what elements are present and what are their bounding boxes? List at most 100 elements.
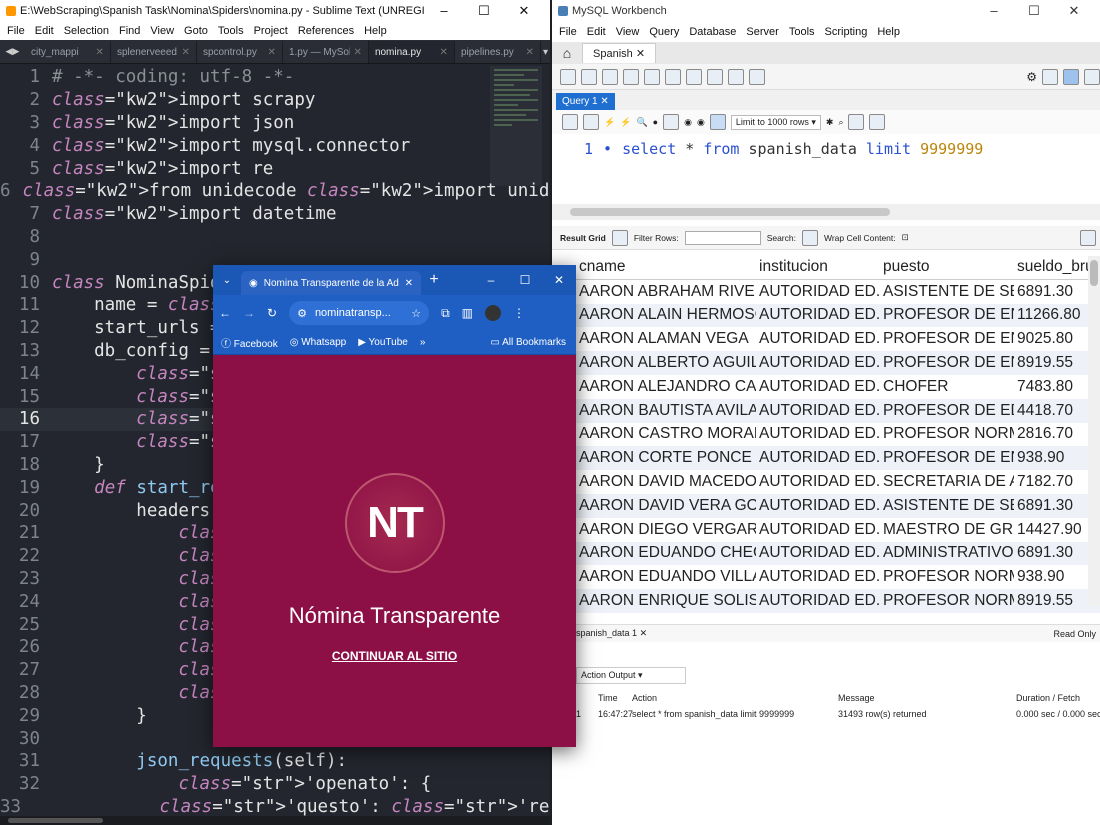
table-cell[interactable]: AUTORIDAD ED... xyxy=(756,497,880,515)
reconnect-icon[interactable] xyxy=(749,68,765,85)
create-schema-icon[interactable] xyxy=(623,68,639,85)
menu-item[interactable]: Goto xyxy=(179,25,213,37)
table-row[interactable]: AARON DIEGO VERGARA...AUTORIDAD ED...MAE… xyxy=(576,518,1100,542)
table-cell[interactable]: AUTORIDAD ED... xyxy=(756,283,880,301)
table-row[interactable]: AARON ALAMAN VEGA AUTORIDAD ED... PROFESOR… xyxy=(576,327,1100,351)
table-cell[interactable]: AUTORIDAD ED... xyxy=(756,354,880,372)
menu-item[interactable]: File xyxy=(554,26,582,38)
table-cell[interactable]: SECRETARIA DE AP xyxy=(880,473,1014,491)
table-cell[interactable]: PROFESOR DE EDU xyxy=(880,402,1014,420)
table-cell[interactable]: AUTORIDAD ED... xyxy=(756,544,880,562)
settings-gear-icon[interactable]: ⚙ xyxy=(1026,70,1037,84)
side-panel-icon[interactable]: ▥ xyxy=(462,306,473,320)
all-bookmarks[interactable]: ▭ All Bookmarks xyxy=(490,337,566,348)
bookmark-item[interactable]: ⓕ Facebook xyxy=(221,335,278,350)
table-row[interactable]: AARON ALEJANDRO CAD...AUTORIDAD ED...CHO… xyxy=(576,375,1100,399)
table-cell[interactable]: MAESTRO DE GRUP xyxy=(880,521,1014,539)
menu-item[interactable]: View xyxy=(611,26,645,38)
editor-tab[interactable]: pipelines.py ✕ xyxy=(455,41,541,63)
table-row[interactable]: AARON ALBERTO AGUIL... AUTORIDAD ED... PRO… xyxy=(576,351,1100,375)
output-selector[interactable]: Action Output ▾ xyxy=(576,667,686,684)
table-row[interactable]: AARON BAUTISTA AVILA AUTORIDAD ED... PROFE… xyxy=(576,398,1100,423)
close-tab-icon[interactable]: ✕ xyxy=(268,47,276,58)
reload-icon[interactable]: ↻ xyxy=(267,306,277,320)
table-row[interactable]: AARON EDUANDO CHEC...AUTORIDAD ED...ADMI… xyxy=(576,541,1100,566)
menu-item[interactable]: Database xyxy=(684,26,741,38)
new-sql-tab-icon[interactable] xyxy=(560,68,576,85)
table-cell[interactable]: ADMINISTRATIVO xyxy=(880,544,1014,562)
save-icon[interactable] xyxy=(583,114,599,130)
invisible-chars-icon[interactable] xyxy=(848,114,865,130)
execute-icon[interactable]: ⚡ xyxy=(604,117,615,128)
open-file-icon[interactable] xyxy=(562,114,578,130)
table-row[interactable]: AARON DAVID MACEDO ... AUTORIDAD ED... SEC… xyxy=(576,470,1100,494)
table-cell[interactable]: AARON DAVID VERA GO... xyxy=(576,497,756,515)
table-cell[interactable]: AUTORIDAD ED... xyxy=(756,568,880,586)
forward-icon[interactable]: → xyxy=(243,306,255,320)
table-cell[interactable]: PROFESOR NORM... xyxy=(880,568,1014,586)
menu-item[interactable]: View xyxy=(145,25,179,37)
table-row[interactable]: AARON DAVID VERA GO... AUTORIDAD ED... ASI… xyxy=(576,493,1100,518)
filter-rows-input[interactable] xyxy=(684,230,761,245)
table-cell[interactable]: AUTORIDAD ED... xyxy=(756,330,880,348)
bookmark-star-icon[interactable]: ☆ xyxy=(411,307,421,320)
execute-current-icon[interactable]: ⚡ xyxy=(620,117,631,128)
tab-search-icon[interactable]: ⌄ xyxy=(213,275,241,286)
result-scrollbar[interactable] xyxy=(1088,256,1100,606)
minimize-button[interactable]: – xyxy=(424,3,464,19)
table-row[interactable]: AARON EDUANDO VILLA... AUTORIDAD ED... PRO… xyxy=(576,565,1100,589)
browser-tab[interactable]: ◉ Nomina Transparente de la Adm ✕ xyxy=(241,271,421,295)
back-icon[interactable]: ← xyxy=(219,306,231,320)
maximize-button[interactable]: ☐ xyxy=(1014,3,1054,19)
search-table-icon[interactable] xyxy=(728,68,744,85)
table-cell[interactable]: ASISTENTE DE SE... xyxy=(880,497,1014,515)
close-tab-icon[interactable]: ✕ xyxy=(96,47,104,58)
site-info-icon[interactable]: ⚙ xyxy=(297,307,307,320)
search-icon[interactable] xyxy=(801,229,818,246)
table-cell[interactable]: AARON BAUTISTA AVILA xyxy=(576,402,756,420)
menu-item[interactable]: Query xyxy=(644,26,684,38)
horizontal-scrollbar[interactable] xyxy=(0,816,550,825)
table-cell[interactable]: AUTORIDAD ED... xyxy=(756,521,880,539)
sql-editor[interactable]: 1 • select * from spanish_data limit 99999… xyxy=(552,134,1100,204)
table-cell[interactable]: AARON DIEGO VERGARA... xyxy=(576,521,756,539)
menu-item[interactable]: Tools xyxy=(784,26,820,38)
editor-tab[interactable]: 1.py — MySol_1 ✕ xyxy=(283,41,369,63)
beautify-icon[interactable]: ✱ xyxy=(826,117,834,128)
close-tab-icon[interactable]: ✕ xyxy=(526,47,534,58)
table-row[interactable]: AARON CORTE PONCE AUTORIDAD ED... PROFESOR… xyxy=(576,446,1100,471)
menu-item[interactable]: Edit xyxy=(30,25,59,37)
editor-tab[interactable]: spcontrol.py ✕ xyxy=(197,41,283,63)
menu-item[interactable]: Help xyxy=(359,25,392,37)
menu-icon[interactable]: ⋮ xyxy=(513,306,525,320)
inspector-icon[interactable] xyxy=(602,68,618,85)
create-table-icon[interactable] xyxy=(644,68,660,85)
table-cell[interactable]: AUTORIDAD ED... xyxy=(756,378,880,396)
table-cell[interactable]: PROFESOR NORMA. xyxy=(880,425,1014,443)
table-cell[interactable]: AUTORIDAD ED... xyxy=(756,425,880,443)
bookmark-item[interactable]: ▶ YouTube xyxy=(358,337,408,348)
close-button[interactable]: ✕ xyxy=(504,3,544,19)
table-cell[interactable]: AARON DAVID MACEDO ... xyxy=(576,473,756,491)
tab-scroll-arrows[interactable]: ◀▶ xyxy=(0,39,25,63)
table-row[interactable]: AARON ENRIQUE SOLIS ...AUTORIDAD ED...PR… xyxy=(576,589,1100,613)
table-row[interactable]: AARON CASTRO MORALESAUTORIDAD ED...PROFE… xyxy=(576,423,1100,447)
column-header[interactable]: cname xyxy=(576,258,756,276)
connection-tab[interactable]: Spanish ✕ xyxy=(582,43,657,63)
table-cell[interactable]: AARON CASTRO MORALES xyxy=(576,425,756,443)
minimize-button[interactable]: – xyxy=(974,3,1014,19)
wrap-cell-icon[interactable]: ⊡ xyxy=(902,232,909,243)
menu-item[interactable]: Tools xyxy=(213,25,249,37)
close-tab-icon[interactable]: ✕ xyxy=(405,278,413,289)
stop-icon[interactable]: ● xyxy=(653,117,658,127)
find-icon[interactable]: ⌕ xyxy=(838,117,843,128)
menu-item[interactable]: Server xyxy=(741,26,783,38)
editor-tab[interactable]: city_mappi ✕ xyxy=(25,41,111,63)
continue-link[interactable]: CONTINUAR AL SITIO xyxy=(332,649,457,663)
result-tab[interactable]: spanish_data 1 ✕ xyxy=(576,628,647,639)
close-button[interactable]: ✕ xyxy=(542,273,576,287)
extensions-icon[interactable]: ⧉ xyxy=(441,306,450,321)
table-cell[interactable]: AARON ALBERTO AGUIL... xyxy=(576,354,756,372)
menu-item[interactable]: Edit xyxy=(582,26,611,38)
table-row[interactable]: AARON ABRAHAM RIVER...AUTORIDAD ED...ASI… xyxy=(576,280,1100,304)
